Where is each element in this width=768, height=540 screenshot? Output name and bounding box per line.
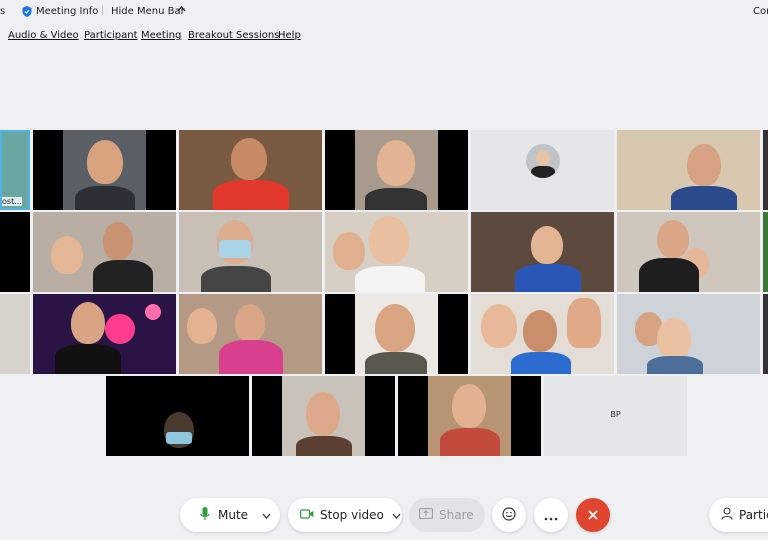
video-feed (63, 130, 146, 210)
meeting-info-button[interactable]: Meeting Info (36, 6, 98, 17)
video-tile[interactable] (33, 294, 176, 374)
participant-initials: BP (610, 410, 621, 419)
video-tile[interactable] (617, 294, 760, 374)
video-tile[interactable] (106, 376, 249, 456)
video-tile[interactable] (617, 212, 760, 292)
video-tile[interactable] (252, 376, 395, 456)
video-tile[interactable] (179, 212, 322, 292)
person-icon (721, 507, 733, 523)
top-bar-left-fragment: s (0, 6, 6, 17)
top-bar-right-fragment[interactable]: Cor (753, 6, 768, 17)
video-tile[interactable] (325, 212, 468, 292)
video-camera-icon (300, 508, 314, 522)
avatar (526, 144, 560, 178)
menu-meeting[interactable]: Meeting (141, 30, 181, 41)
shield-icon (22, 6, 32, 20)
video-tile[interactable] (325, 294, 468, 374)
mute-label: Mute (218, 508, 249, 522)
mute-button[interactable]: Mute (180, 498, 280, 532)
video-tile[interactable] (33, 130, 176, 210)
video-grid: ost... BP (0, 130, 768, 460)
stop-video-button[interactable]: Stop video (288, 498, 402, 532)
divider: | (101, 5, 105, 16)
video-tile[interactable] (471, 294, 614, 374)
reactions-button[interactable] (492, 498, 526, 532)
menu-bar: Audio & Video Participant Meeting Breako… (0, 24, 768, 48)
video-tile-partial-right[interactable] (763, 294, 768, 374)
video-tile-no-video[interactable]: BP (544, 376, 687, 456)
chevron-up-icon[interactable] (177, 4, 186, 15)
menu-participant[interactable]: Participant (84, 30, 138, 41)
participants-button[interactable]: Partici (709, 498, 768, 532)
stop-video-label: Stop video (320, 508, 384, 522)
video-tile-partial-left[interactable]: ost... (0, 130, 30, 210)
share-button[interactable]: Share (409, 498, 485, 532)
video-tile[interactable] (398, 376, 541, 456)
video-tile-partial-right[interactable] (763, 212, 768, 292)
participants-label: Partici (739, 508, 768, 522)
menu-help[interactable]: Help (278, 30, 301, 41)
video-tile[interactable] (179, 130, 322, 210)
ellipsis-icon (544, 506, 558, 525)
menu-audio-video[interactable]: Audio & Video (8, 30, 79, 41)
top-bar: s Meeting Info | Hide Menu Bar Cor (0, 0, 768, 24)
video-tile-partial-right[interactable] (763, 130, 768, 210)
video-tile[interactable] (179, 294, 322, 374)
end-call-button[interactable] (576, 498, 610, 532)
video-tile-avatar[interactable] (471, 130, 614, 210)
share-icon (419, 508, 433, 522)
video-tile[interactable] (617, 130, 760, 210)
chevron-down-icon[interactable] (392, 508, 401, 522)
smiley-icon (502, 506, 516, 525)
meeting-controls: Mute Stop video Share Parti (0, 498, 768, 540)
video-tile[interactable] (33, 212, 176, 292)
hide-menu-bar-button[interactable]: Hide Menu Bar (111, 6, 185, 17)
video-tile-partial-left[interactable] (0, 294, 30, 374)
menu-breakout-sessions[interactable]: Breakout Sessions (188, 30, 279, 41)
participant-name-label: ost... (2, 197, 22, 206)
chevron-down-icon[interactable] (262, 508, 271, 522)
video-tile-partial-left[interactable] (0, 212, 30, 292)
microphone-icon (200, 506, 210, 524)
share-label: Share (439, 508, 474, 522)
video-tile[interactable] (325, 130, 468, 210)
more-options-button[interactable] (534, 498, 568, 532)
video-tile[interactable] (471, 212, 614, 292)
close-icon (587, 506, 599, 525)
